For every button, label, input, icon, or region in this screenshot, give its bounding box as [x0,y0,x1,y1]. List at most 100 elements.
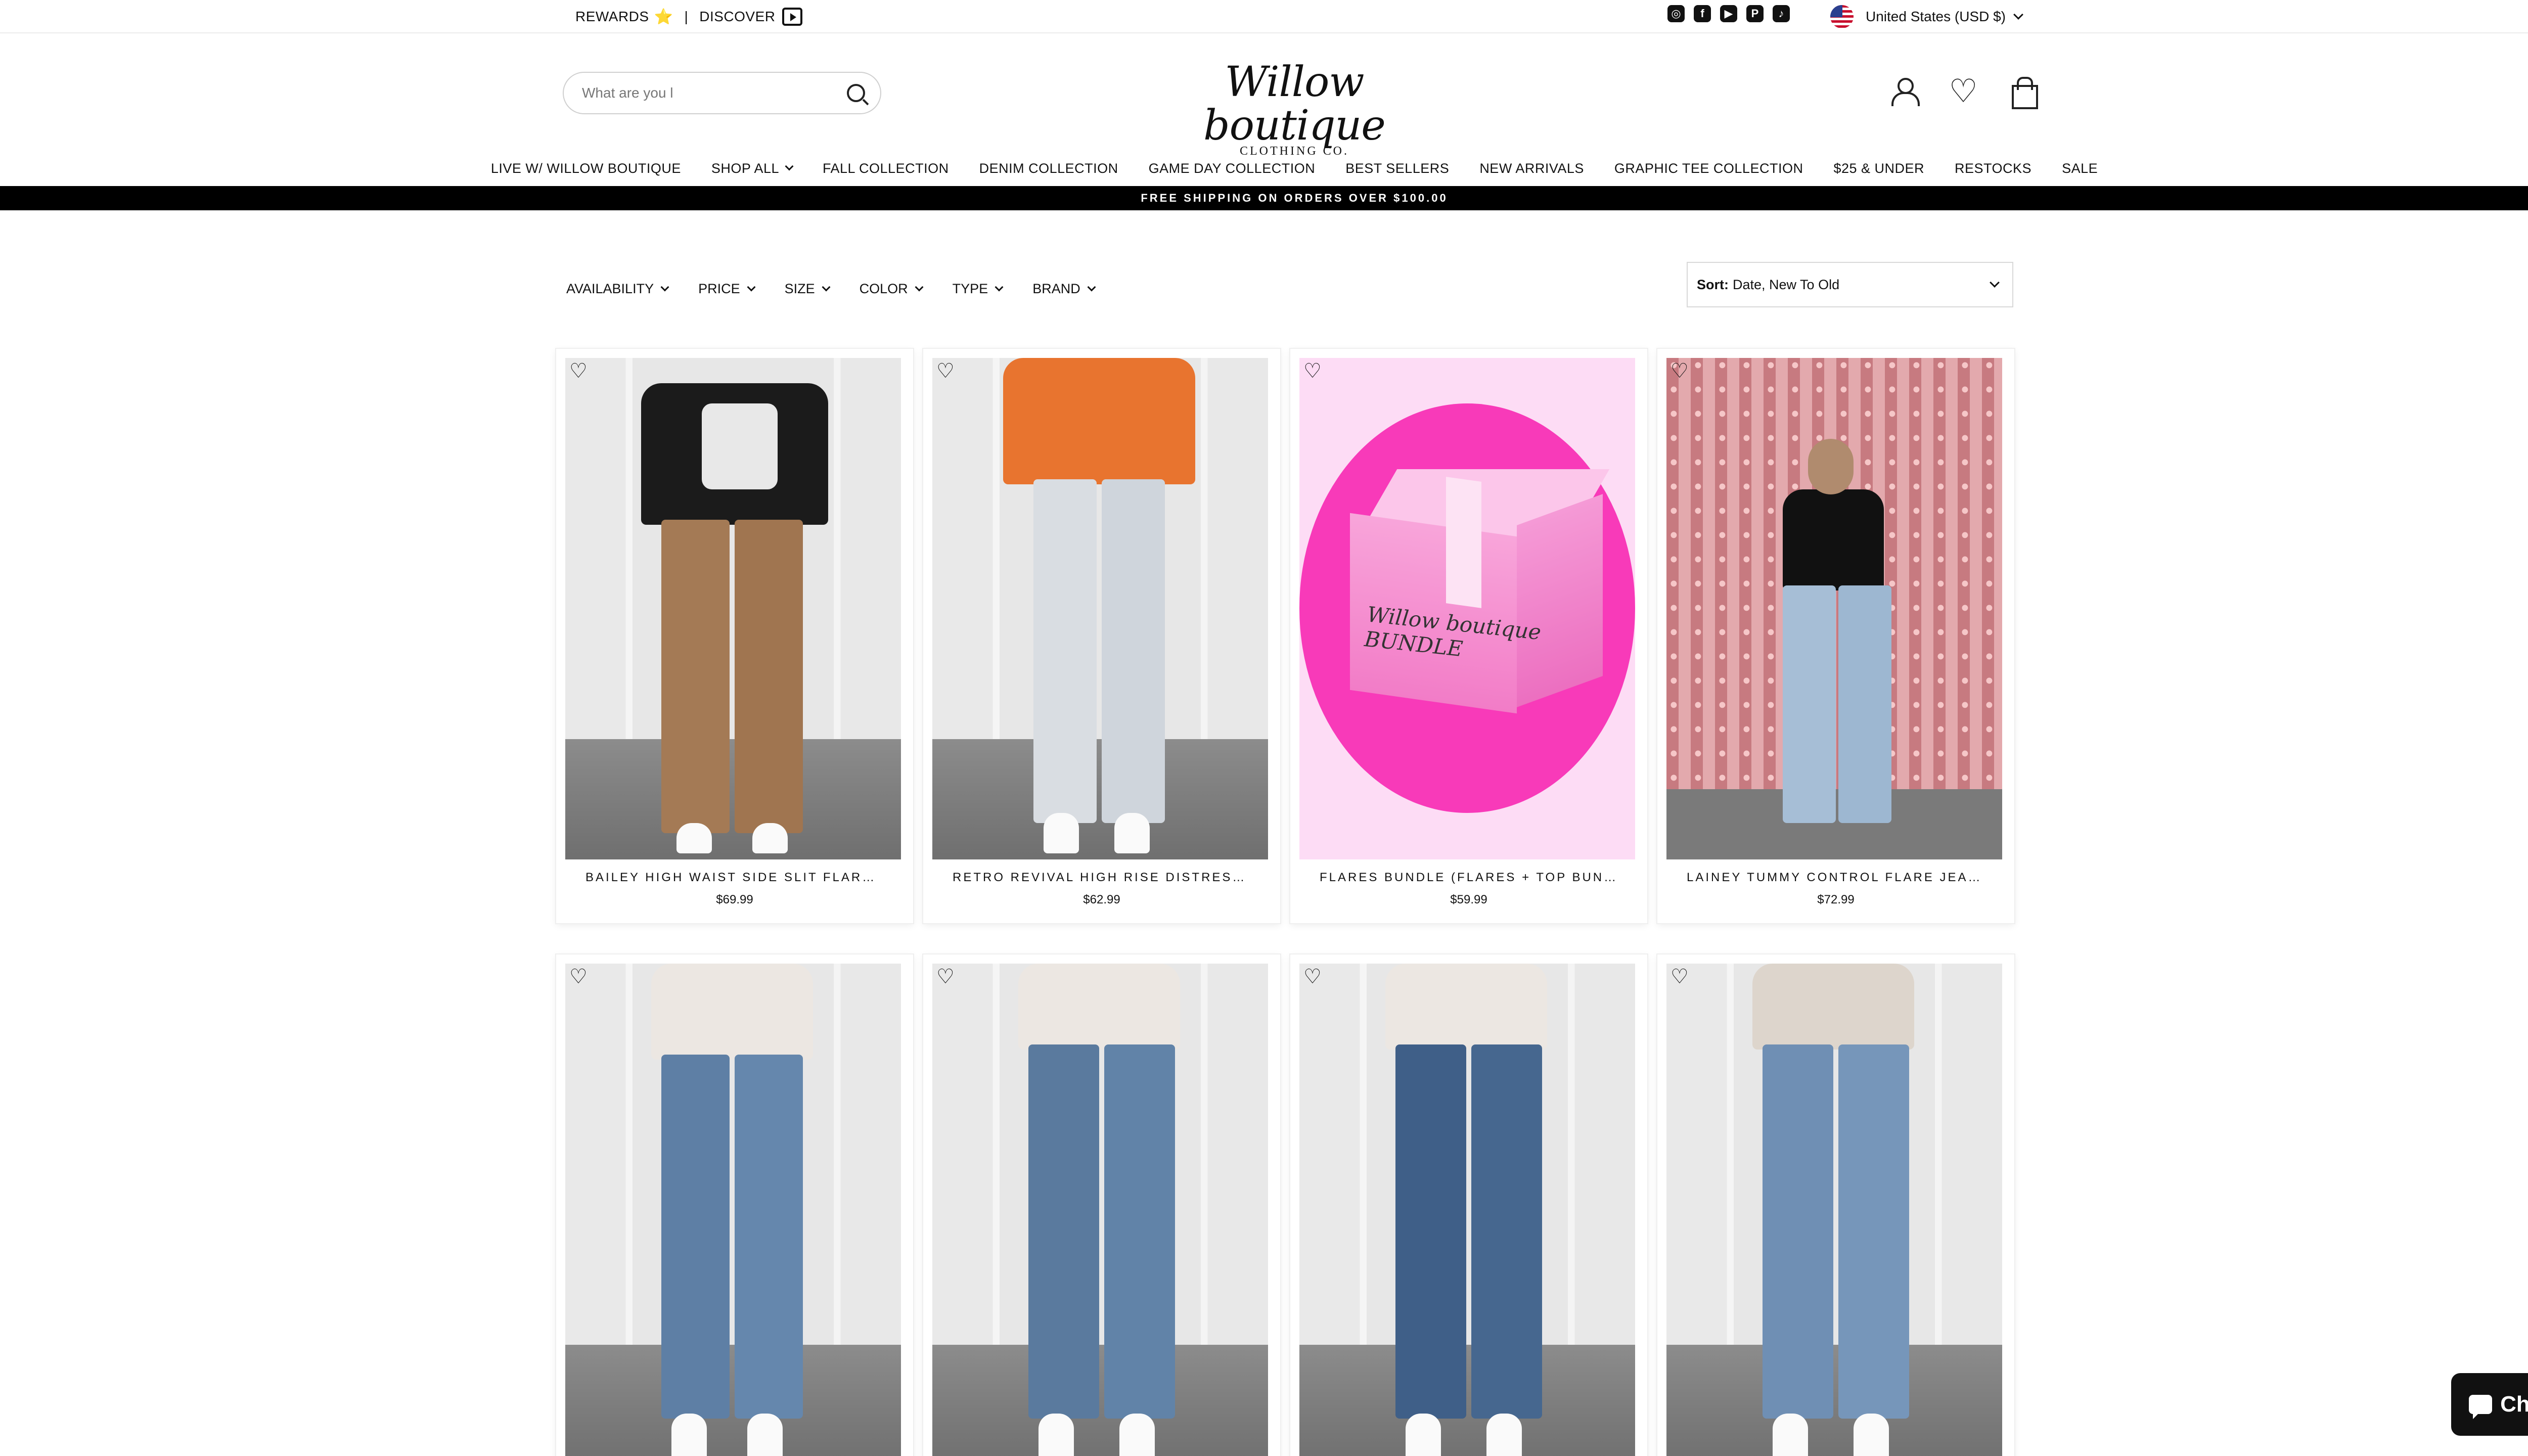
wishlist-heart-icon[interactable]: ♡ [1671,361,1689,381]
nav-item-restocks[interactable]: RESTOCKS [1939,161,2047,176]
wishlist-heart-icon[interactable]: ♡ [569,361,588,381]
product-title[interactable]: BAILEY HIGH WAIST SIDE SLIT FLARE JEANS [565,871,904,885]
nav-item-denim-collection[interactable]: DENIM COLLECTION [964,161,1134,176]
youtube-icon[interactable]: ▶ [1720,5,1737,22]
product-image[interactable]: ♡ [565,358,901,859]
header-icons: ♡ [1888,75,2038,109]
utility-separator: | [684,9,689,24]
filter-label: BRAND [1032,281,1080,296]
product-card[interactable]: Willow boutique BUNDLE ♡ FLARES BUNDLE (… [1290,349,1647,923]
product-price: $59.99 [1450,893,1487,906]
chevron-down-icon [785,162,794,171]
pinterest-icon[interactable]: P [1746,5,1764,22]
filter-label: PRICE [698,281,740,296]
filter-label: TYPE [952,281,988,296]
nav-item-live[interactable]: LIVE W/ WILLOW BOUTIQUE [476,161,696,176]
wishlist-icon[interactable]: ♡ [1948,75,1978,107]
filter-color[interactable]: COLOR [859,281,924,297]
product-image[interactable]: ♡ [932,358,1268,859]
product-card[interactable]: ♡ BAILEY HIGH WAIST SIDE SLIT FLARE JEAN… [556,349,913,923]
nav-item-fall-collection[interactable]: FALL COLLECTION [807,161,964,176]
nav-item-game-day[interactable]: GAME DAY COLLECTION [1134,161,1331,176]
filter-price[interactable]: PRICE [698,281,756,297]
wishlist-heart-icon[interactable]: ♡ [936,967,955,987]
filter-label: COLOR [859,281,908,296]
sort-select[interactable]: Sort: Date, New To Old [1687,262,2013,307]
nav-label: DENIM COLLECTION [979,160,1118,176]
nav-label: GAME DAY COLLECTION [1148,160,1316,176]
product-price: $72.99 [1817,893,1855,906]
product-card[interactable]: ♡ [556,954,913,1456]
country-selector[interactable]: United States (USD $) [1830,0,2023,33]
chevron-down-icon [660,283,669,291]
sort-label: Sort: [1697,277,1729,292]
cart-icon[interactable] [2008,76,2038,109]
sort-value: Date, New To Old [1733,277,1840,292]
product-image[interactable]: ♡ [565,964,901,1456]
search-icon[interactable] [847,84,865,102]
product-image[interactable]: ♡ [932,964,1268,1456]
chat-button[interactable]: Chat [2451,1373,2528,1436]
chevron-down-icon [1087,283,1096,291]
nav-item-graphic-tee[interactable]: GRAPHIC TEE COLLECTION [1599,161,1819,176]
nav-label: BEST SELLERS [1345,160,1450,176]
wishlist-heart-icon[interactable]: ♡ [1303,361,1322,381]
filter-bar: AVAILABILITY PRICE SIZE COLOR TYPE BRAND [566,281,1125,297]
nav-item-sale[interactable]: SALE [2047,161,2113,176]
product-title[interactable]: FLARES BUNDLE (FLARES + TOP BUNDLE) [1299,871,1638,885]
wishlist-heart-icon[interactable]: ♡ [936,361,955,381]
filter-size[interactable]: SIZE [784,281,831,297]
product-title[interactable]: LAINEY TUMMY CONTROL FLARE JEANS- ACID W… [1666,871,2005,885]
filter-availability[interactable]: AVAILABILITY [566,281,669,297]
product-image[interactable]: Willow boutique BUNDLE ♡ [1299,358,1635,859]
tiktok-icon[interactable]: ♪ [1773,5,1790,22]
chevron-down-icon [747,283,756,291]
promo-bar: FREE SHIPPING ON ORDERS OVER $100.00 [0,186,2528,210]
chat-label: Chat [2500,1392,2528,1417]
product-image[interactable]: ♡ [1666,964,2002,1456]
us-flag-icon [1830,5,1854,28]
wishlist-heart-icon[interactable]: ♡ [1303,967,1322,987]
nav-item-best-sellers[interactable]: BEST SELLERS [1330,161,1464,176]
filter-label: SIZE [784,281,815,296]
account-icon[interactable] [1888,76,1920,106]
nav-item-new-arrivals[interactable]: NEW ARRIVALS [1464,161,1599,176]
product-card[interactable]: ♡ [1290,954,1647,1456]
product-card[interactable]: ♡ [923,954,1280,1456]
nav-label: GRAPHIC TEE COLLECTION [1614,160,1803,176]
chevron-down-icon [915,283,924,291]
discover-link[interactable]: DISCOVER [699,9,775,25]
product-card[interactable]: ♡ LAINEY TUMMY CONTROL FLARE JEANS- ACID… [1657,349,2014,923]
product-image[interactable]: ♡ [1666,358,2002,859]
rewards-link[interactable]: REWARDS [575,9,649,25]
product-title[interactable]: RETRO REVIVAL HIGH RISE DISTRESSED SKINN… [932,871,1271,885]
nav-label: SALE [2062,160,2098,176]
logo[interactable]: Willow boutique CLOTHING CO. [1163,61,1426,158]
wishlist-heart-icon[interactable]: ♡ [1671,967,1689,987]
filter-type[interactable]: TYPE [952,281,1004,297]
product-price: $69.99 [716,893,753,906]
chevron-down-icon [1990,278,2000,288]
utility-links: REWARDS ⭐ | DISCOVER [575,0,803,33]
search-input[interactable] [582,85,847,101]
social-links: ◎ f ▶ P ♪ [1667,5,1790,22]
chevron-down-icon [995,283,1004,291]
product-grid: ♡ BAILEY HIGH WAIST SIDE SLIT FLARE JEAN… [556,349,2014,1456]
wishlist-heart-icon[interactable]: ♡ [569,967,588,987]
product-card[interactable]: ♡ [1657,954,2014,1456]
product-image[interactable]: ♡ [1299,964,1635,1456]
play-icon[interactable] [782,8,803,26]
utility-bar: REWARDS ⭐ | DISCOVER ◎ f ▶ P ♪ United St… [0,0,2528,33]
nav-item-25-under[interactable]: $25 & UNDER [1818,161,1939,176]
instagram-icon[interactable]: ◎ [1667,5,1685,22]
nav-label: SHOP ALL [711,160,779,176]
promo-text: FREE SHIPPING ON ORDERS OVER $100.00 [1141,192,1448,204]
facebook-icon[interactable]: f [1694,5,1711,22]
star-icon: ⭐ [654,8,673,25]
filter-label: AVAILABILITY [566,281,654,296]
filter-brand[interactable]: BRAND [1032,281,1096,297]
nav-item-shop-all[interactable]: SHOP ALL [696,161,807,176]
nav-label: $25 & UNDER [1833,160,1925,176]
product-card[interactable]: ♡ RETRO REVIVAL HIGH RISE DISTRESSED SKI… [923,349,1280,923]
search-box[interactable] [563,72,881,114]
